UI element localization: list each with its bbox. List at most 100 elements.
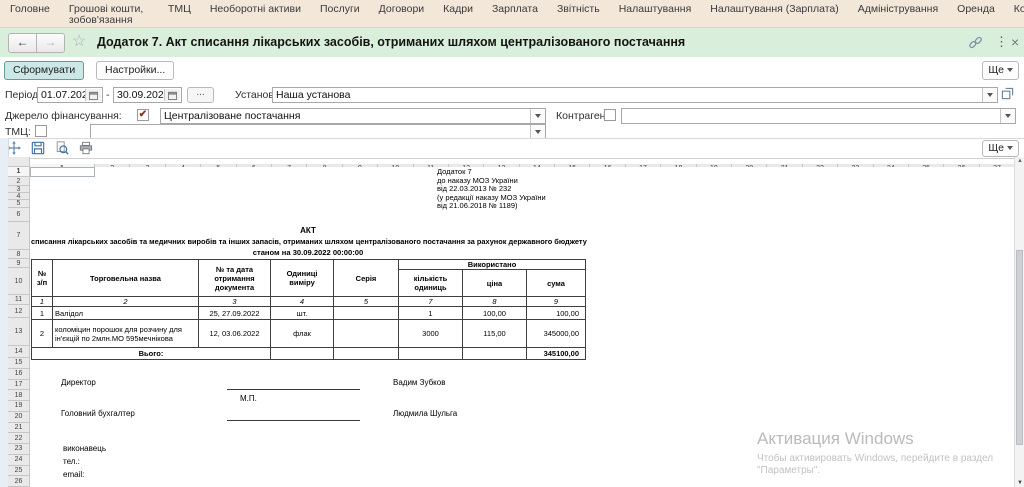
calendar-icon[interactable] [85,89,101,101]
chevron-down-icon[interactable] [530,109,545,123]
sheet-more-button[interactable]: Ще [982,140,1019,157]
cell-series [334,307,399,320]
menu-item[interactable]: Звітність [557,4,600,15]
report-title-bar: ← → ☆ Додаток 7. Акт списання лікарських… [0,28,1024,58]
org-select[interactable]: Наша установа [272,87,998,103]
link-icon[interactable] [969,36,982,52]
scroll-up-icon[interactable]: ▲ [1015,158,1024,164]
total-label: Вього: [32,348,271,360]
more-dots-icon[interactable]: ⋮ [995,34,1008,50]
print-preview-icon[interactable] [53,140,70,156]
close-icon[interactable]: × [1011,34,1019,50]
filter-panel: Період: 01.07.2022 - 30.09.2022 ... Уста… [0,84,1024,138]
forward-button[interactable]: → [37,33,65,53]
menu-item[interactable]: Оренда [957,4,995,15]
chevron-down-icon[interactable] [530,125,545,139]
funding-source-label: Джерело фінансування: [5,109,122,124]
index-cell: 3 [199,297,271,307]
index-cell: 9 [527,297,586,307]
col-header: Одиниці виміру [271,260,334,297]
executor-label: виконавець [63,444,106,453]
menu-item[interactable]: Адміністрування [858,4,938,15]
scroll-down-icon[interactable]: ▼ [1015,480,1024,486]
funding-source-checkbox[interactable]: ✔ [137,109,149,121]
page-title: Додаток 7. Акт списання лікарських засоб… [97,35,685,49]
accountant-label: Головний бухгалтер [61,409,135,418]
favorite-star-icon[interactable]: ☆ [72,31,86,51]
index-cell: 8 [463,297,527,307]
period-from-input[interactable]: 01.07.2022 [37,87,103,103]
cell-unit: флак [271,320,334,348]
menu-item[interactable]: Зарплата [492,4,538,15]
cell-price: 115,00 [463,320,527,348]
vertical-scrollbar[interactable]: ▲ ▼ [1014,157,1024,487]
index-cell: 2 [53,297,199,307]
index-cell: 7 [399,297,463,307]
back-button[interactable]: ← [8,33,37,53]
email-label: email: [63,470,84,479]
col-subheader: кількість одиниць [399,270,463,297]
mp-label: М.П. [240,394,257,403]
col-header: № з/п [32,260,53,297]
menu-item[interactable]: Налаштування [619,4,692,15]
chevron-down-icon[interactable] [1000,109,1015,123]
cell-qty: 3000 [399,320,463,348]
col-subheader: сума [527,270,586,297]
index-cell: 1 [32,297,53,307]
sheet-more-label: Ще [988,142,1004,154]
windows-activation-hint: Чтобы активировать Windows, перейдите в … [757,453,993,464]
sheet-corner-cell[interactable] [8,157,30,167]
menu-item[interactable]: Необоротні активи [210,4,301,15]
index-cell: 4 [271,297,334,307]
generate-button[interactable]: Сформувати [4,61,84,80]
save-icon[interactable] [29,140,46,156]
col-group-header: Використано [399,260,586,270]
main-menu-bar: Головне Грошові кошти, зобов'язання ТМЦ Нео… [0,0,1024,28]
col-header: Торговельна назва [53,260,199,297]
ref-line: від 21.06.2018 № 1189) [437,202,546,211]
cell-doc: 25, 27.09.2022 [199,307,271,320]
org-open-icon[interactable] [1001,87,1016,102]
counterparty-select[interactable] [621,108,1016,124]
period-to-input[interactable]: 30.09.2022 [113,87,182,103]
cell-doc: 12, 03.06.2022 [199,320,271,348]
windows-activation-hint2: "Параметры". [757,465,820,476]
menu-item[interactable]: Головне [10,4,50,15]
table-row: 2 коломіцин порошок для розчину для ін'є… [32,320,586,348]
sheet-column-headers: 1234567891011121314151617181920212223242… [30,157,1014,167]
table-row: 1 Валідол 25, 27.09.2022 шт. 1 100,00 10… [32,307,586,320]
tmc-checkbox[interactable] [35,125,47,137]
settings-button[interactable]: Настройки... [96,61,174,80]
cell-price: 100,00 [463,307,527,320]
cell-name: коломіцин порошок для розчину для ін'єкц… [53,320,199,348]
period-to-value: 30.09.2022 [117,89,170,101]
signature-line [227,388,360,390]
period-label: Період: [5,88,41,103]
menu-item[interactable]: Послуги [320,4,360,15]
counterparty-checkbox[interactable] [604,109,616,121]
period-dash: - [106,88,110,103]
phone-label: тел.: [63,457,80,466]
cell-num: 2 [32,320,53,348]
chevron-down-icon[interactable] [982,88,997,102]
more-button[interactable]: Ще [982,61,1019,80]
order-reference-block: Додаток 7 до наказу МОЗ України від 22.0… [437,168,546,211]
cell-num: 1 [32,307,53,320]
menu-item[interactable]: ТМЦ [168,4,191,15]
total-sum: 345100,00 [527,348,586,360]
menu-item[interactable]: Грошові кошти, зобов'язання [69,4,149,26]
menu-item[interactable]: Коннектор [1014,4,1024,15]
calendar-icon[interactable] [164,89,180,101]
period-options-button[interactable]: ... [187,87,214,103]
menu-item[interactable]: Договори [379,4,425,15]
col-header: Серія [334,260,399,297]
scrollbar-thumb[interactable] [1016,250,1023,445]
col-subheader: ціна [463,270,527,297]
print-icon[interactable] [77,140,94,156]
menu-item[interactable]: Налаштування (Зарплата) [710,4,838,15]
cell-qty: 1 [399,307,463,320]
chevron-down-icon [1007,68,1013,72]
funding-source-select[interactable]: Централізоване постачання [160,108,546,124]
act-title: АКТ [31,226,585,235]
menu-item[interactable]: Кадри [443,4,473,15]
